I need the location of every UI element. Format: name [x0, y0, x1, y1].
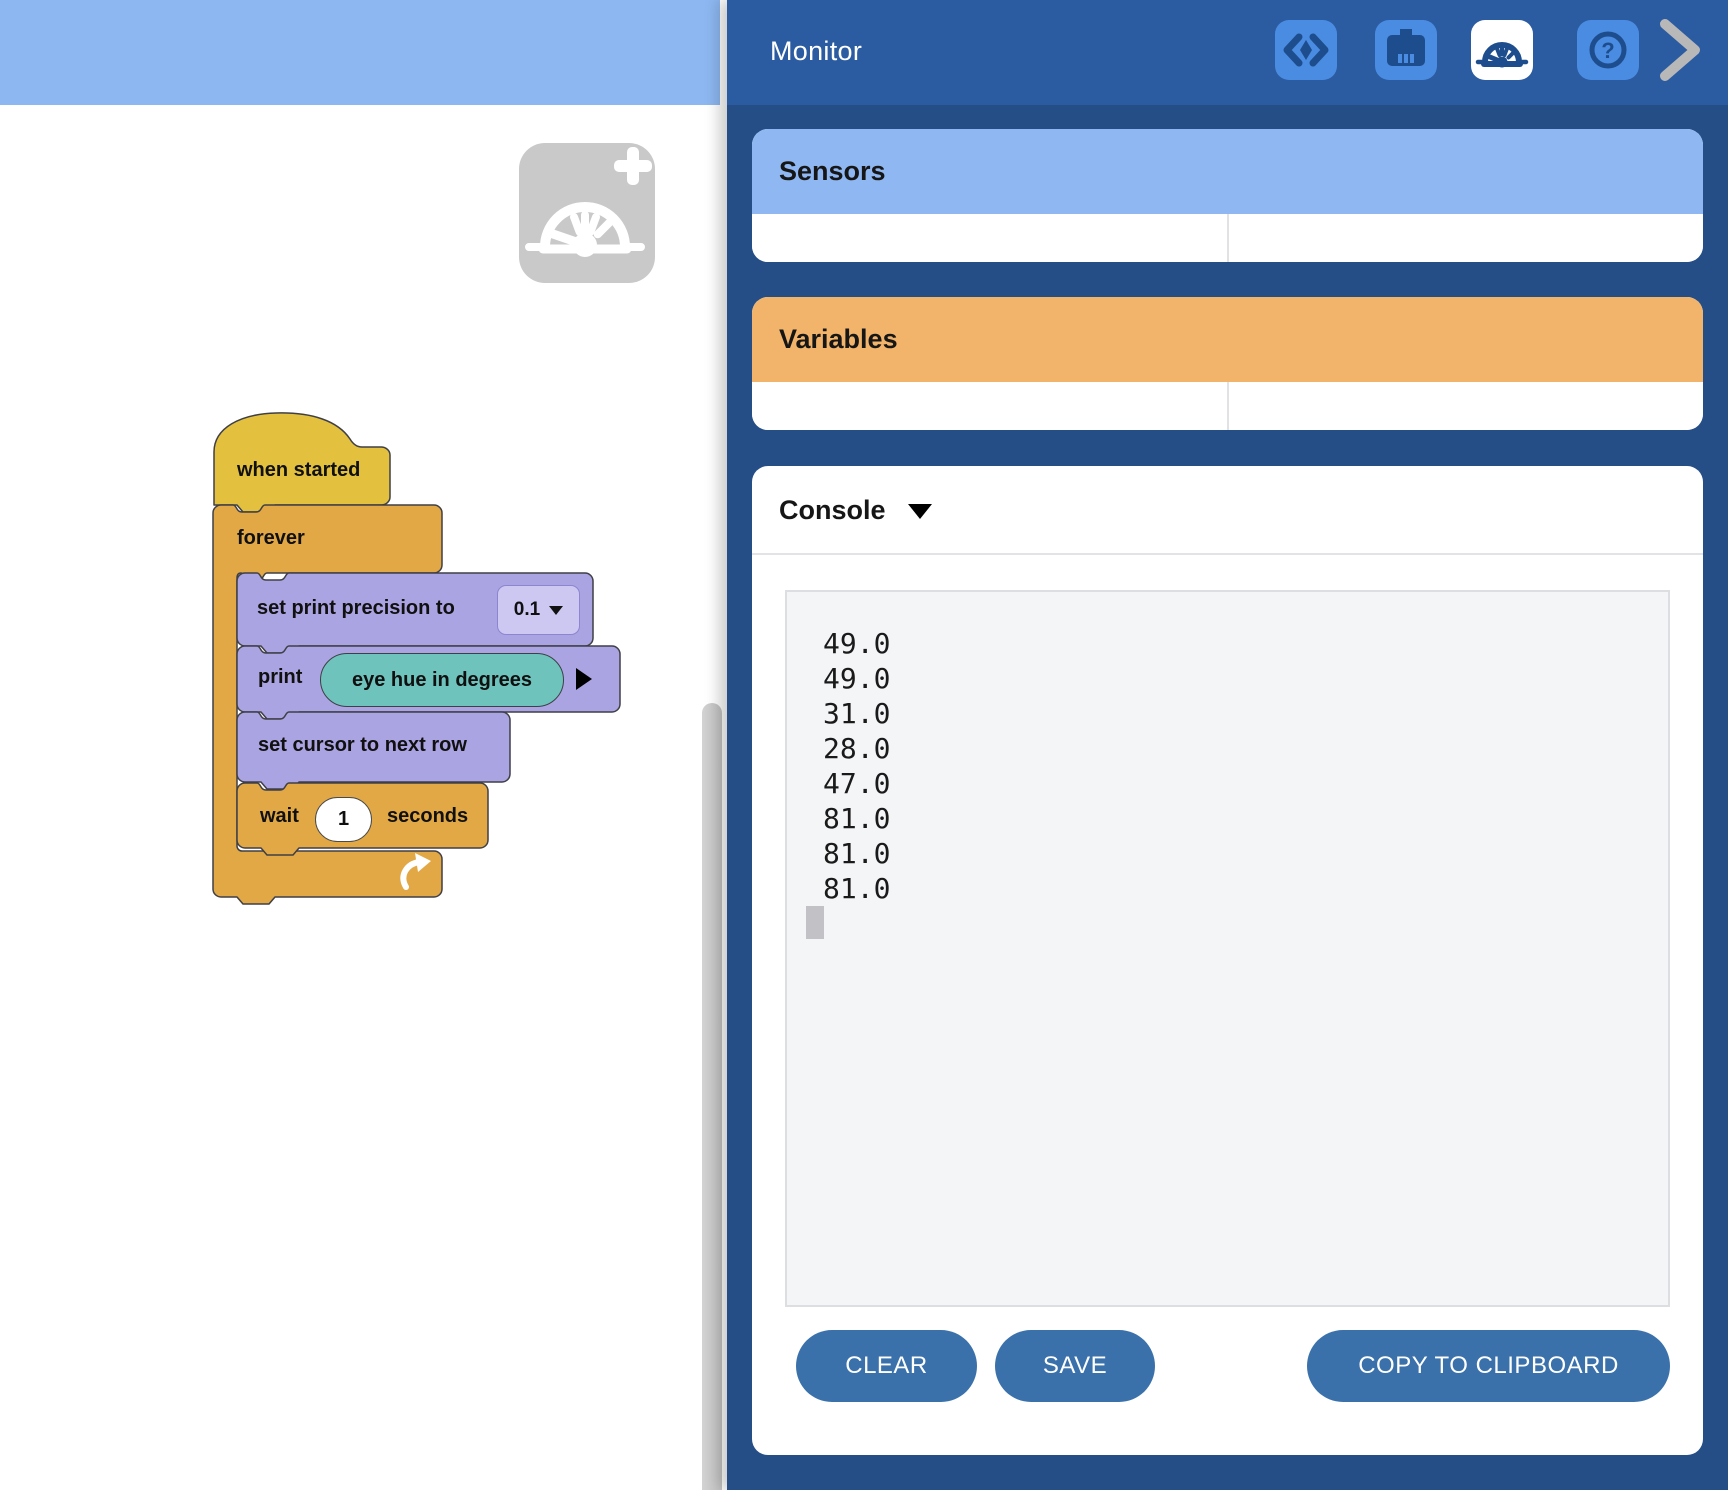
device-button[interactable] [1375, 20, 1437, 80]
collapse-panel-button[interactable] [1657, 18, 1705, 82]
console-line: 49.0 [806, 661, 890, 696]
save-button[interactable]: SAVE [995, 1330, 1155, 1402]
code-view-button[interactable] [1275, 20, 1337, 80]
console-line: 47.0 [806, 766, 890, 801]
precision-dropdown[interactable]: 0.1 [497, 585, 580, 635]
gauge-icon [1471, 20, 1533, 80]
precision-value: 0.1 [514, 599, 540, 621]
vexcode-app: when started forever set print precision… [0, 0, 1728, 1490]
console-output: 49.0 49.0 31.0 28.0 47.0 81.0 81.0 81.0 [785, 590, 1670, 1307]
console-card: Console 49.0 49.0 31.0 28.0 47.0 81.0 81… [752, 466, 1703, 1455]
clear-button[interactable]: CLEAR [796, 1330, 977, 1402]
variables-header: Variables [752, 297, 1703, 382]
code-icon [1275, 20, 1337, 80]
console-line: 81.0 [806, 836, 890, 871]
wait-value-input[interactable]: 1 [315, 797, 372, 842]
console-line: 81.0 [806, 801, 890, 836]
console-line: 81.0 [806, 871, 890, 906]
sensors-header: Sensors [752, 129, 1703, 214]
sensors-card: Sensors [752, 129, 1703, 262]
console-divider [752, 553, 1703, 555]
set-print-precision-label: set print precision to [257, 597, 455, 620]
eye-hue-reporter[interactable]: eye hue in degrees [320, 653, 564, 707]
wait-label: wait [260, 805, 299, 828]
console-line: 49.0 [806, 626, 890, 661]
copy-to-clipboard-button[interactable]: COPY TO CLIPBOARD [1307, 1330, 1670, 1402]
variables-title: Variables [779, 324, 898, 355]
variables-card: Variables [752, 297, 1703, 430]
canvas-scrollbar[interactable] [702, 703, 722, 1490]
console-line: 31.0 [806, 696, 890, 731]
console-line: 28.0 [806, 731, 890, 766]
help-button[interactable]: ? [1577, 20, 1639, 80]
console-cursor [806, 906, 824, 939]
console-title: Console [779, 495, 886, 526]
expand-arrow-icon[interactable] [576, 668, 592, 690]
wait-value: 1 [338, 808, 349, 831]
chevron-right-icon [1657, 18, 1705, 82]
sensors-title: Sensors [779, 156, 886, 187]
console-collapse-icon[interactable] [908, 504, 932, 519]
brain-icon [1375, 20, 1437, 80]
help-icon: ? [1577, 20, 1639, 80]
variables-divider [1227, 382, 1229, 430]
monitor-header: Monitor [727, 0, 1728, 105]
sensors-divider [1227, 214, 1229, 262]
wait-unit-label: seconds [387, 805, 468, 828]
sensors-body [752, 214, 1703, 262]
print-label: print [258, 666, 302, 689]
monitor-tab-button[interactable] [1471, 20, 1533, 80]
console-text: 49.0 49.0 31.0 28.0 47.0 81.0 81.0 81.0 [806, 626, 890, 906]
when-started-label: when started [237, 459, 360, 482]
chevron-down-icon [549, 606, 563, 615]
eye-hue-reporter-label: eye hue in degrees [352, 669, 532, 692]
set-cursor-label: set cursor to next row [258, 734, 467, 757]
panel-title: Monitor [770, 36, 862, 67]
forever-label: forever [237, 527, 305, 550]
question-mark: ? [1601, 38, 1614, 63]
monitor-panel: Monitor [727, 0, 1728, 1490]
variables-body [752, 382, 1703, 430]
